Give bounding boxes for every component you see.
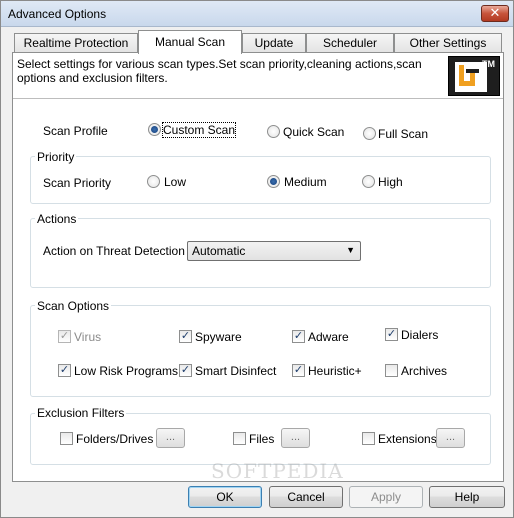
cancel-button[interactable]: Cancel bbox=[269, 486, 343, 508]
checkbox-heuristic[interactable]: ✓ bbox=[292, 364, 305, 377]
softpedia-watermark: SOFTPEDIA bbox=[211, 459, 344, 483]
checkbox-dialers[interactable]: ✓ bbox=[385, 328, 398, 341]
tab-label: Realtime Protection bbox=[23, 36, 129, 50]
checkbox-heuristic-label[interactable]: Heuristic+ bbox=[308, 364, 362, 378]
radio-custom-scan[interactable] bbox=[148, 123, 161, 136]
radio-quick-scan[interactable] bbox=[267, 125, 280, 138]
checkbox-adware-label[interactable]: Adware bbox=[308, 330, 349, 344]
title-bar: Advanced Options ✕ bbox=[1, 1, 513, 27]
radio-priority-high-label[interactable]: High bbox=[378, 175, 403, 189]
manual-scan-panel: Select settings for various scan types.S… bbox=[12, 52, 504, 482]
tab-scheduler[interactable]: Scheduler bbox=[306, 33, 394, 53]
checkbox-archives-label[interactable]: Archives bbox=[401, 364, 447, 378]
exclusion-filters-group-title: Exclusion Filters bbox=[35, 406, 127, 420]
scan-profile-label: Scan Profile bbox=[43, 124, 108, 138]
checkbox-smart-disinfect-label[interactable]: Smart Disinfect bbox=[195, 364, 276, 378]
tab-label: Update bbox=[254, 36, 294, 50]
radio-custom-scan-label[interactable]: Custom Scan bbox=[161, 122, 237, 138]
checkbox-files[interactable] bbox=[233, 432, 246, 445]
checkbox-adware[interactable]: ✓ bbox=[292, 330, 305, 343]
radio-priority-low[interactable] bbox=[147, 175, 160, 188]
checkbox-extensions[interactable] bbox=[362, 432, 375, 445]
description-bar: Select settings for various scan types.S… bbox=[13, 53, 503, 99]
tab-label: Other Settings bbox=[409, 36, 487, 50]
radio-quick-scan-label[interactable]: Quick Scan bbox=[283, 125, 344, 139]
actions-group-title: Actions bbox=[35, 212, 79, 226]
checkbox-archives[interactable] bbox=[385, 364, 398, 377]
checkbox-smart-disinfect[interactable]: ✓ bbox=[179, 364, 192, 377]
checkbox-dialers-label[interactable]: Dialers bbox=[401, 328, 438, 342]
checkbox-virus-label: Virus bbox=[74, 330, 102, 344]
close-icon: ✕ bbox=[489, 5, 501, 20]
tab-other-settings[interactable]: Other Settings bbox=[394, 33, 502, 53]
browse-files-button[interactable]: ... bbox=[281, 428, 310, 448]
radio-priority-low-label[interactable]: Low bbox=[164, 175, 186, 189]
tab-manual-scan[interactable]: Manual Scan bbox=[138, 30, 242, 54]
priority-group-title: Priority bbox=[35, 150, 77, 164]
scan-priority-label: Scan Priority bbox=[43, 176, 112, 190]
scan-options-group bbox=[30, 305, 491, 397]
tab-label: Scheduler bbox=[322, 36, 378, 50]
browse-extensions-button[interactable]: ... bbox=[436, 428, 465, 448]
ok-button[interactable]: OK bbox=[188, 486, 262, 508]
product-logo: TM bbox=[448, 56, 500, 96]
browse-folders-button[interactable]: ... bbox=[156, 428, 185, 448]
dropdown-arrow-icon: ▼ bbox=[346, 245, 355, 255]
checkbox-folders-drives-label[interactable]: Folders/Drives bbox=[76, 432, 153, 446]
radio-priority-high[interactable] bbox=[362, 175, 375, 188]
tab-label: Manual Scan bbox=[154, 35, 226, 49]
scan-options-group-title: Scan Options bbox=[35, 299, 112, 313]
radio-priority-medium-label[interactable]: Medium bbox=[284, 175, 327, 189]
help-button[interactable]: Help bbox=[429, 486, 505, 508]
advanced-options-window: Advanced Options ✕ Realtime Protection M… bbox=[0, 0, 514, 518]
checkbox-virus: ✓ bbox=[58, 330, 71, 343]
threat-action-value: Automatic bbox=[192, 244, 246, 258]
tab-update[interactable]: Update bbox=[242, 33, 306, 53]
checkbox-extensions-label[interactable]: Extensions bbox=[378, 432, 437, 446]
checkbox-folders-drives[interactable] bbox=[60, 432, 73, 445]
radio-priority-medium[interactable] bbox=[267, 175, 280, 188]
action-on-threat-label: Action on Threat Detection bbox=[43, 244, 185, 258]
apply-button: Apply bbox=[349, 486, 423, 508]
description-text: Select settings for various scan types.S… bbox=[17, 57, 422, 85]
threat-action-dropdown[interactable]: Automatic ▼ bbox=[187, 241, 361, 261]
trademark-label: TM bbox=[482, 59, 495, 69]
checkbox-low-risk-programs-label[interactable]: Low Risk Programs bbox=[74, 364, 178, 378]
close-button[interactable]: ✕ bbox=[481, 5, 509, 22]
radio-full-scan-label[interactable]: Full Scan bbox=[378, 127, 428, 141]
checkbox-files-label[interactable]: Files bbox=[249, 432, 274, 446]
radio-full-scan[interactable] bbox=[363, 127, 376, 140]
tab-realtime-protection[interactable]: Realtime Protection bbox=[14, 33, 138, 53]
checkbox-spyware-label[interactable]: Spyware bbox=[195, 330, 242, 344]
checkbox-low-risk-programs[interactable]: ✓ bbox=[58, 364, 71, 377]
checkbox-spyware[interactable]: ✓ bbox=[179, 330, 192, 343]
window-title: Advanced Options bbox=[8, 7, 107, 21]
